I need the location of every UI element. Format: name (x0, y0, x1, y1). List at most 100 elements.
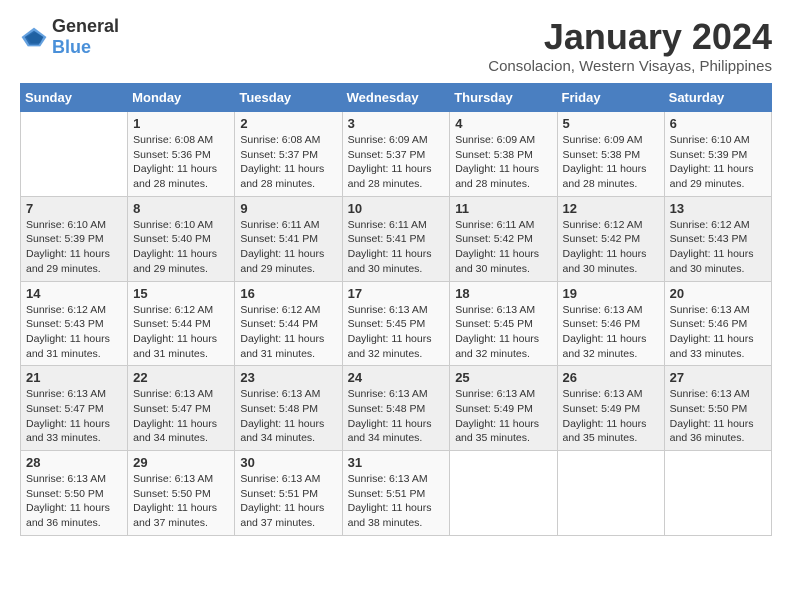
daylight-label: Daylight: 11 hours and 30 minutes. (348, 248, 432, 275)
daylight-label: Daylight: 11 hours and 32 minutes. (348, 333, 432, 360)
month-title: January 2024 (488, 16, 772, 58)
sunset-label: Sunset: 5:42 PM (563, 233, 641, 245)
day-info: Sunrise: 6:12 AM Sunset: 5:44 PM Dayligh… (240, 303, 336, 362)
day-number: 3 (348, 116, 445, 131)
daylight-label: Daylight: 11 hours and 29 minutes. (240, 248, 324, 275)
calendar-cell: 25 Sunrise: 6:13 AM Sunset: 5:49 PM Dayl… (450, 366, 557, 451)
day-number: 28 (26, 455, 122, 470)
daylight-label: Daylight: 11 hours and 33 minutes. (26, 418, 110, 445)
sunset-label: Sunset: 5:47 PM (26, 403, 104, 415)
logo-icon (20, 26, 48, 48)
sunset-label: Sunset: 5:42 PM (455, 233, 533, 245)
day-number: 4 (455, 116, 551, 131)
sunrise-label: Sunrise: 6:13 AM (455, 388, 535, 400)
daylight-label: Daylight: 11 hours and 30 minutes. (455, 248, 539, 275)
logo: General Blue (20, 16, 119, 58)
week-row-2: 14 Sunrise: 6:12 AM Sunset: 5:43 PM Dayl… (21, 281, 772, 366)
calendar-cell: 27 Sunrise: 6:13 AM Sunset: 5:50 PM Dayl… (664, 366, 771, 451)
day-number: 21 (26, 370, 122, 385)
sunset-label: Sunset: 5:41 PM (348, 233, 426, 245)
day-number: 31 (348, 455, 445, 470)
calendar-cell: 30 Sunrise: 6:13 AM Sunset: 5:51 PM Dayl… (235, 451, 342, 536)
day-info: Sunrise: 6:13 AM Sunset: 5:46 PM Dayligh… (563, 303, 659, 362)
sunset-label: Sunset: 5:44 PM (240, 318, 318, 330)
sunrise-label: Sunrise: 6:13 AM (133, 473, 213, 485)
daylight-label: Daylight: 11 hours and 29 minutes. (26, 248, 110, 275)
calendar-cell: 24 Sunrise: 6:13 AM Sunset: 5:48 PM Dayl… (342, 366, 450, 451)
sunrise-label: Sunrise: 6:13 AM (670, 388, 750, 400)
weekday-header-thursday: Thursday (450, 84, 557, 112)
day-number: 22 (133, 370, 229, 385)
daylight-label: Daylight: 11 hours and 30 minutes. (563, 248, 647, 275)
sunset-label: Sunset: 5:39 PM (670, 149, 748, 161)
sunset-label: Sunset: 5:45 PM (455, 318, 533, 330)
calendar-cell (450, 451, 557, 536)
logo-blue: Blue (52, 37, 91, 57)
sunset-label: Sunset: 5:38 PM (455, 149, 533, 161)
calendar-cell: 31 Sunrise: 6:13 AM Sunset: 5:51 PM Dayl… (342, 451, 450, 536)
sunrise-label: Sunrise: 6:12 AM (240, 304, 320, 316)
weekday-header-tuesday: Tuesday (235, 84, 342, 112)
calendar-cell: 5 Sunrise: 6:09 AM Sunset: 5:38 PM Dayli… (557, 112, 664, 197)
day-number: 18 (455, 286, 551, 301)
calendar-cell: 20 Sunrise: 6:13 AM Sunset: 5:46 PM Dayl… (664, 281, 771, 366)
calendar-cell: 17 Sunrise: 6:13 AM Sunset: 5:45 PM Dayl… (342, 281, 450, 366)
daylight-label: Daylight: 11 hours and 31 minutes. (133, 333, 217, 360)
daylight-label: Daylight: 11 hours and 33 minutes. (670, 333, 754, 360)
daylight-label: Daylight: 11 hours and 34 minutes. (133, 418, 217, 445)
sunset-label: Sunset: 5:46 PM (563, 318, 641, 330)
weekday-header-monday: Monday (128, 84, 235, 112)
sunrise-label: Sunrise: 6:13 AM (670, 304, 750, 316)
sunset-label: Sunset: 5:38 PM (563, 149, 641, 161)
sunrise-label: Sunrise: 6:10 AM (670, 134, 750, 146)
weekday-header-friday: Friday (557, 84, 664, 112)
calendar-cell: 11 Sunrise: 6:11 AM Sunset: 5:42 PM Dayl… (450, 196, 557, 281)
sunset-label: Sunset: 5:39 PM (26, 233, 104, 245)
calendar-cell (664, 451, 771, 536)
weekday-header-sunday: Sunday (21, 84, 128, 112)
calendar-cell: 14 Sunrise: 6:12 AM Sunset: 5:43 PM Dayl… (21, 281, 128, 366)
calendar-cell: 22 Sunrise: 6:13 AM Sunset: 5:47 PM Dayl… (128, 366, 235, 451)
sunset-label: Sunset: 5:50 PM (133, 488, 211, 500)
week-row-0: 1 Sunrise: 6:08 AM Sunset: 5:36 PM Dayli… (21, 112, 772, 197)
week-row-1: 7 Sunrise: 6:10 AM Sunset: 5:39 PM Dayli… (21, 196, 772, 281)
sunrise-label: Sunrise: 6:12 AM (563, 219, 643, 231)
sunrise-label: Sunrise: 6:13 AM (348, 388, 428, 400)
daylight-label: Daylight: 11 hours and 28 minutes. (348, 163, 432, 190)
day-info: Sunrise: 6:13 AM Sunset: 5:45 PM Dayligh… (348, 303, 445, 362)
day-info: Sunrise: 6:08 AM Sunset: 5:36 PM Dayligh… (133, 133, 229, 192)
day-info: Sunrise: 6:13 AM Sunset: 5:47 PM Dayligh… (133, 387, 229, 446)
sunset-label: Sunset: 5:50 PM (670, 403, 748, 415)
daylight-label: Daylight: 11 hours and 32 minutes. (563, 333, 647, 360)
calendar-cell (21, 112, 128, 197)
day-info: Sunrise: 6:12 AM Sunset: 5:43 PM Dayligh… (26, 303, 122, 362)
day-info: Sunrise: 6:13 AM Sunset: 5:49 PM Dayligh… (563, 387, 659, 446)
daylight-label: Daylight: 11 hours and 30 minutes. (670, 248, 754, 275)
calendar-cell: 26 Sunrise: 6:13 AM Sunset: 5:49 PM Dayl… (557, 366, 664, 451)
day-info: Sunrise: 6:12 AM Sunset: 5:44 PM Dayligh… (133, 303, 229, 362)
calendar-cell: 2 Sunrise: 6:08 AM Sunset: 5:37 PM Dayli… (235, 112, 342, 197)
daylight-label: Daylight: 11 hours and 29 minutes. (670, 163, 754, 190)
day-number: 25 (455, 370, 551, 385)
day-info: Sunrise: 6:11 AM Sunset: 5:41 PM Dayligh… (348, 218, 445, 277)
day-info: Sunrise: 6:13 AM Sunset: 5:48 PM Dayligh… (348, 387, 445, 446)
sunset-label: Sunset: 5:45 PM (348, 318, 426, 330)
calendar-table: SundayMondayTuesdayWednesdayThursdayFrid… (20, 83, 772, 536)
sunrise-label: Sunrise: 6:12 AM (26, 304, 106, 316)
daylight-label: Daylight: 11 hours and 34 minutes. (240, 418, 324, 445)
sunrise-label: Sunrise: 6:13 AM (348, 473, 428, 485)
calendar-cell: 1 Sunrise: 6:08 AM Sunset: 5:36 PM Dayli… (128, 112, 235, 197)
day-info: Sunrise: 6:13 AM Sunset: 5:51 PM Dayligh… (348, 472, 445, 531)
calendar-cell: 7 Sunrise: 6:10 AM Sunset: 5:39 PM Dayli… (21, 196, 128, 281)
title-area: January 2024 Consolacion, Western Visaya… (488, 16, 772, 75)
day-number: 24 (348, 370, 445, 385)
sunrise-label: Sunrise: 6:13 AM (26, 473, 106, 485)
day-number: 30 (240, 455, 336, 470)
sunrise-label: Sunrise: 6:13 AM (240, 388, 320, 400)
day-info: Sunrise: 6:13 AM Sunset: 5:50 PM Dayligh… (133, 472, 229, 531)
calendar-cell: 8 Sunrise: 6:10 AM Sunset: 5:40 PM Dayli… (128, 196, 235, 281)
sunset-label: Sunset: 5:50 PM (26, 488, 104, 500)
sunset-label: Sunset: 5:36 PM (133, 149, 211, 161)
day-number: 16 (240, 286, 336, 301)
calendar-cell: 3 Sunrise: 6:09 AM Sunset: 5:37 PM Dayli… (342, 112, 450, 197)
